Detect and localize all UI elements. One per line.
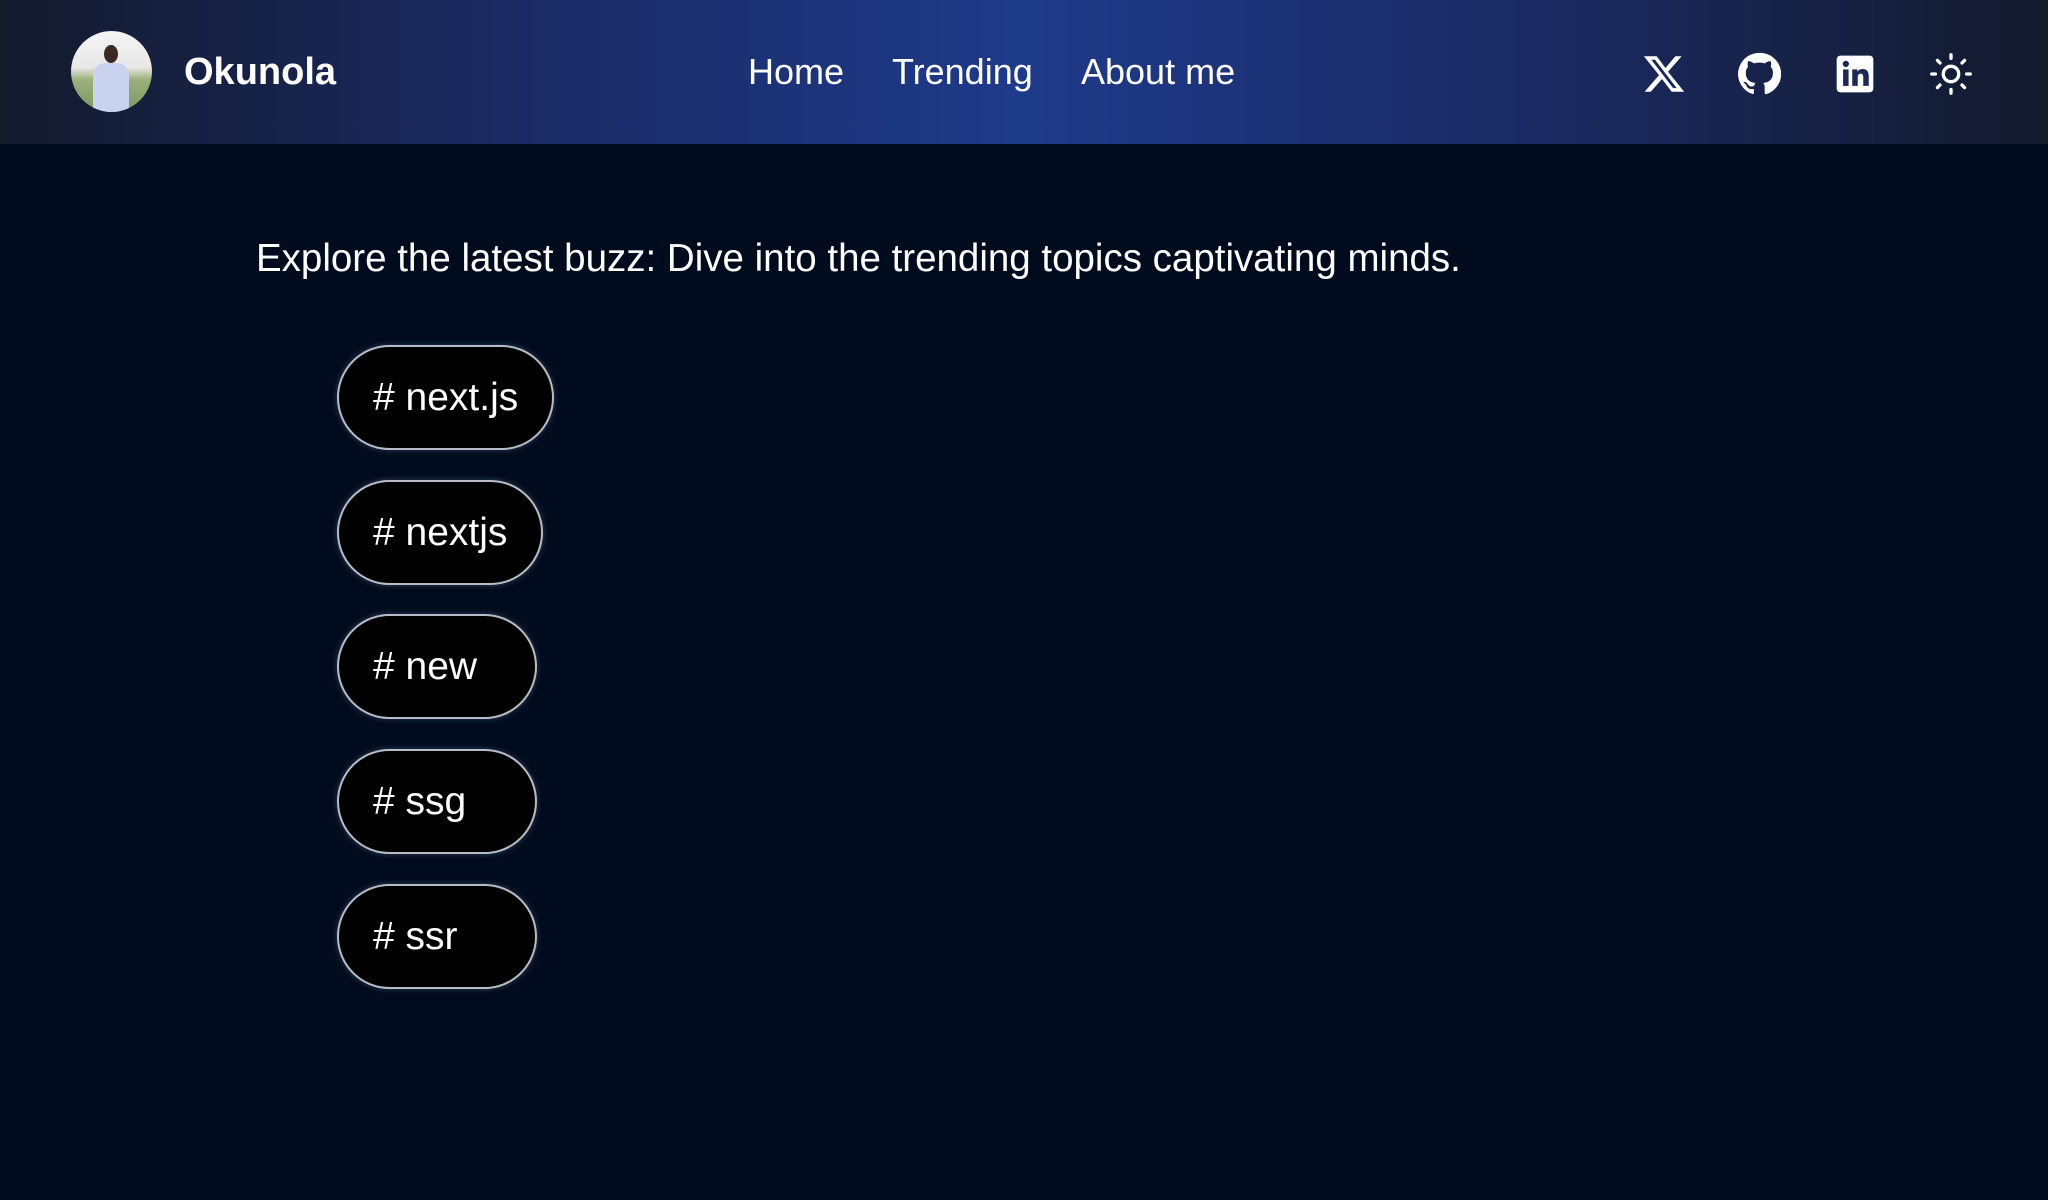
tag-ssr[interactable]: # ssr xyxy=(337,884,537,989)
tag-ssg[interactable]: # ssg xyxy=(337,749,537,854)
github-icon[interactable] xyxy=(1737,52,1781,96)
nav-home[interactable]: Home xyxy=(748,50,844,94)
avatar[interactable] xyxy=(71,31,152,112)
avatar-body xyxy=(93,63,129,112)
tag-nextjs-dot[interactable]: # next.js xyxy=(337,345,555,450)
site-header: Okunola Home Trending About me xyxy=(0,0,2048,144)
brand-name[interactable]: Okunola xyxy=(184,50,336,94)
nav-trending[interactable]: Trending xyxy=(892,50,1033,94)
tag-new[interactable]: # new xyxy=(337,614,537,719)
linkedin-icon[interactable] xyxy=(1833,52,1877,96)
x-twitter-icon[interactable] xyxy=(1642,52,1686,96)
sun-icon[interactable] xyxy=(1929,52,1973,96)
avatar-head xyxy=(104,45,118,63)
nav-about-me[interactable]: About me xyxy=(1081,50,1235,94)
tag-nextjs[interactable]: # nextjs xyxy=(337,480,544,585)
intro-text: Explore the latest buzz: Dive into the t… xyxy=(256,237,1461,280)
